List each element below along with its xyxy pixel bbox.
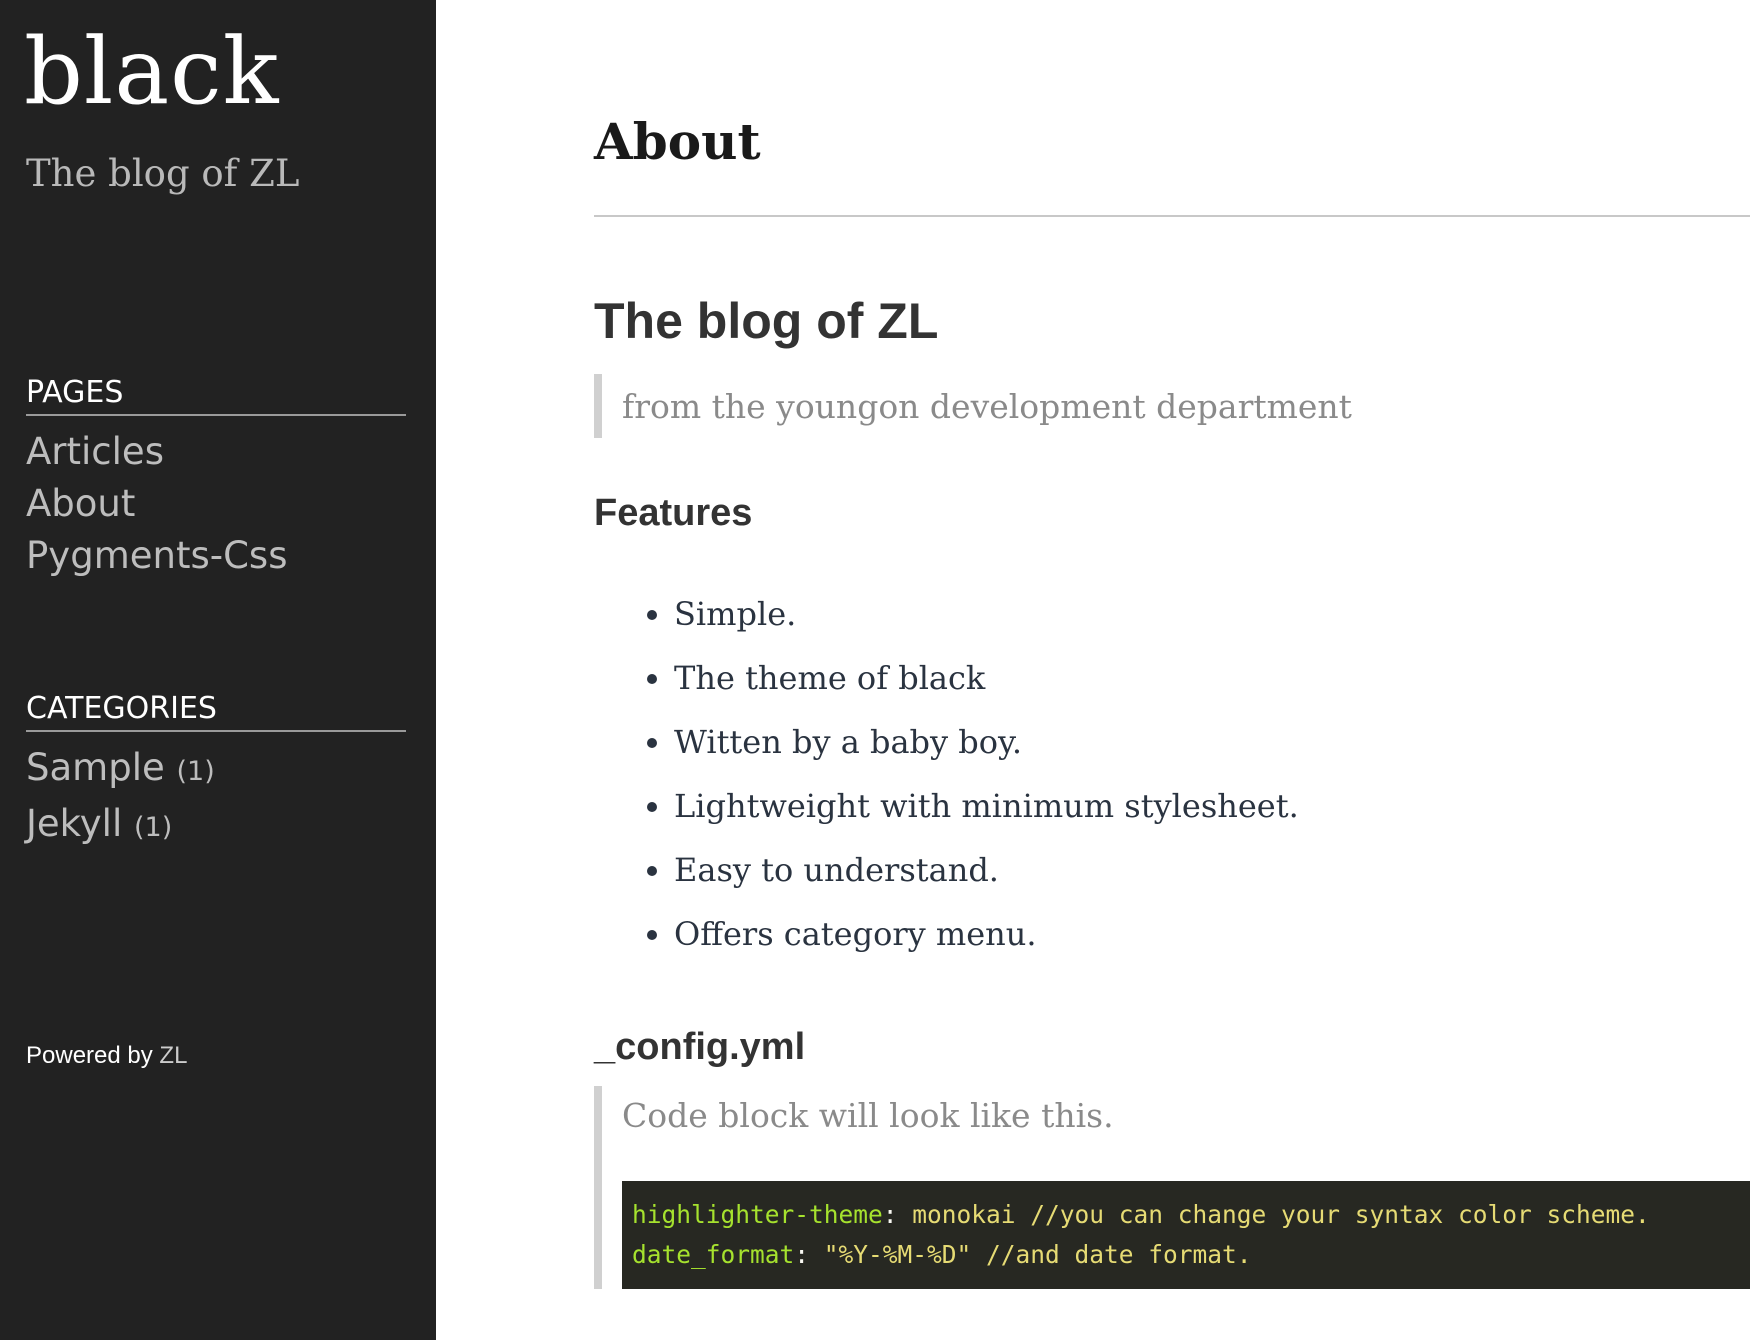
site-title[interactable]: black bbox=[24, 26, 279, 118]
footer-prefix: Powered by bbox=[26, 1042, 153, 1069]
tagline-text: from the youngon development department bbox=[622, 386, 1352, 426]
site-subtitle: The blog of ZL bbox=[26, 152, 300, 195]
categories-section: CATEGORIES Sample (1) Jekyll (1) bbox=[26, 691, 406, 854]
code-value: "%Y-%M-%D" //and date format. bbox=[809, 1240, 1252, 1269]
nav-item-about[interactable]: About bbox=[26, 478, 406, 530]
code-block: highlighter-theme: monokai //you can cha… bbox=[622, 1181, 1750, 1289]
code-key: highlighter-theme bbox=[632, 1200, 883, 1229]
list-item: Offers category menu. bbox=[674, 902, 1299, 966]
code-line: highlighter-theme: monokai //you can cha… bbox=[632, 1200, 1650, 1229]
list-item: The theme of black bbox=[674, 646, 1299, 710]
category-count: (1) bbox=[134, 811, 173, 843]
config-quote: Code block will look like this. highligh… bbox=[594, 1086, 1750, 1289]
pages-heading: PAGES bbox=[26, 375, 406, 416]
features-list: Simple. The theme of black Witten by a b… bbox=[594, 582, 1299, 966]
category-link-sample[interactable]: Sample bbox=[26, 746, 165, 789]
list-item: Lightweight with minimum stylesheet. bbox=[674, 774, 1299, 838]
list-item: Easy to understand. bbox=[674, 838, 1299, 902]
features-heading: Features bbox=[594, 492, 753, 534]
code-separator: : bbox=[794, 1240, 810, 1269]
code-line: date_format: "%Y-%M-%D" //and date forma… bbox=[632, 1240, 1252, 1269]
category-count: (1) bbox=[176, 755, 215, 787]
list-item: Witten by a baby boy. bbox=[674, 710, 1299, 774]
footer: Powered by ZL bbox=[26, 1042, 187, 1070]
main-content: About The blog of ZL from the youngon de… bbox=[594, 0, 1750, 1340]
category-link-jekyll[interactable]: Jekyll bbox=[26, 802, 122, 845]
nav-link-pygments-css[interactable]: Pygments-Css bbox=[26, 534, 287, 577]
tagline-quote: from the youngon development department bbox=[594, 374, 1352, 438]
list-item: Simple. bbox=[674, 582, 1299, 646]
config-heading: _config.yml bbox=[594, 1026, 806, 1068]
code-value: monokai //you can change your syntax col… bbox=[897, 1200, 1650, 1229]
blog-heading: The blog of ZL bbox=[594, 293, 939, 349]
nav-link-about[interactable]: About bbox=[26, 482, 135, 525]
category-item-sample[interactable]: Sample (1) bbox=[26, 742, 406, 798]
pages-list: Articles About Pygments-Css bbox=[26, 426, 406, 582]
config-quote-text: Code block will look like this. bbox=[622, 1096, 1114, 1135]
category-item-jekyll[interactable]: Jekyll (1) bbox=[26, 798, 406, 854]
categories-heading: CATEGORIES bbox=[26, 691, 406, 732]
nav-link-articles[interactable]: Articles bbox=[26, 430, 164, 473]
pages-section: PAGES Articles About Pygments-Css bbox=[26, 375, 406, 582]
sidebar: black The blog of ZL PAGES Articles Abou… bbox=[0, 0, 436, 1340]
nav-item-articles[interactable]: Articles bbox=[26, 426, 406, 478]
page-title: About bbox=[594, 112, 761, 171]
code-key: date_format bbox=[632, 1240, 795, 1269]
footer-link-zl[interactable]: ZL bbox=[159, 1042, 187, 1069]
title-divider bbox=[594, 215, 1750, 217]
nav-item-pygments-css[interactable]: Pygments-Css bbox=[26, 530, 406, 582]
code-separator: : bbox=[882, 1200, 898, 1229]
categories-list: Sample (1) Jekyll (1) bbox=[26, 742, 406, 854]
